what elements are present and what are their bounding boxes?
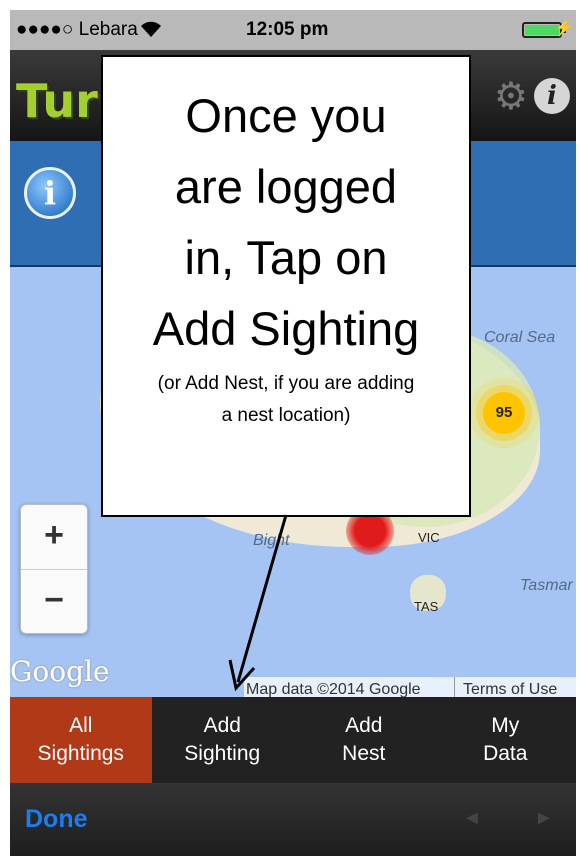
info-icon[interactable]: i (534, 78, 570, 114)
map-label-bight: Bight (253, 532, 290, 549)
callout-note-line: (or Add Nest, if you are adding (157, 373, 415, 394)
map-label-tas: TAS (414, 599, 439, 614)
charging-icon: ⚡ (554, 20, 574, 37)
tab-label-line2: Sighting (184, 742, 261, 765)
tab-my-data[interactable]: My Data (435, 697, 577, 783)
callout-line: in, Tap on (184, 231, 388, 284)
forward-arrow-icon[interactable]: ► (534, 807, 554, 830)
callout-text: Once you are logged in, Tap on Add Sight… (103, 80, 469, 364)
map-data-label: Map data ©2014 Google (246, 681, 421, 697)
bottom-toolbar: Done ◄ ► (10, 783, 576, 856)
callout-note: (or Add Nest, if you are adding a nest l… (103, 368, 469, 432)
info-button[interactable]: i (24, 167, 76, 219)
instruction-callout: Once you are logged in, Tap on Add Sight… (101, 55, 471, 517)
app-logo: Tur (16, 74, 98, 128)
wifi-icon (141, 21, 161, 37)
zoom-control: + − (20, 504, 88, 634)
status-bar: ●●●●○ Lebara 12:05 pm ⚡ (10, 10, 576, 50)
google-logo: Google (10, 655, 110, 688)
tab-label-line2: Nest (342, 742, 386, 765)
back-arrow-icon[interactable]: ◄ (462, 807, 482, 830)
tab-label-line1: All (69, 714, 93, 737)
map-label-vic: VIC (418, 530, 440, 545)
tab-label-line2: Sightings (37, 742, 124, 765)
status-time: 12:05 pm (246, 19, 329, 40)
callout-line: are logged (174, 160, 398, 213)
tab-label-line1: Add (203, 714, 241, 737)
callout-line: Add Sighting (152, 302, 420, 355)
carrier-label: ●●●●○ Lebara (16, 19, 138, 40)
done-button[interactable]: Done (25, 805, 88, 834)
map-label-coral-sea: Coral Sea (484, 329, 556, 346)
tab-label-line2: Data (483, 742, 528, 765)
zoom-out-button[interactable]: − (21, 570, 87, 634)
terms-of-use-link[interactable]: Terms of Use (454, 677, 557, 697)
callout-line: Once you (185, 89, 387, 142)
map-label-tasman: Tasmar (520, 577, 573, 594)
zoom-in-button[interactable]: + (21, 505, 87, 570)
tab-label-line1: My (491, 714, 520, 737)
map-cluster-marker[interactable]: 95 (483, 392, 525, 434)
map-attribution: Map data ©2014 Google Terms of Use (244, 677, 576, 697)
gear-icon[interactable]: ⚙ (494, 74, 528, 119)
callout-note-line: a nest location) (221, 405, 351, 426)
tab-add-nest[interactable]: Add Nest (293, 697, 435, 783)
tab-label-line1: Add (345, 714, 383, 737)
tab-all-sightings[interactable]: All Sightings (10, 697, 152, 783)
tab-bar: All Sightings Add Sighting Add Nest My D… (10, 697, 576, 783)
tab-add-sighting[interactable]: Add Sighting (152, 697, 294, 783)
